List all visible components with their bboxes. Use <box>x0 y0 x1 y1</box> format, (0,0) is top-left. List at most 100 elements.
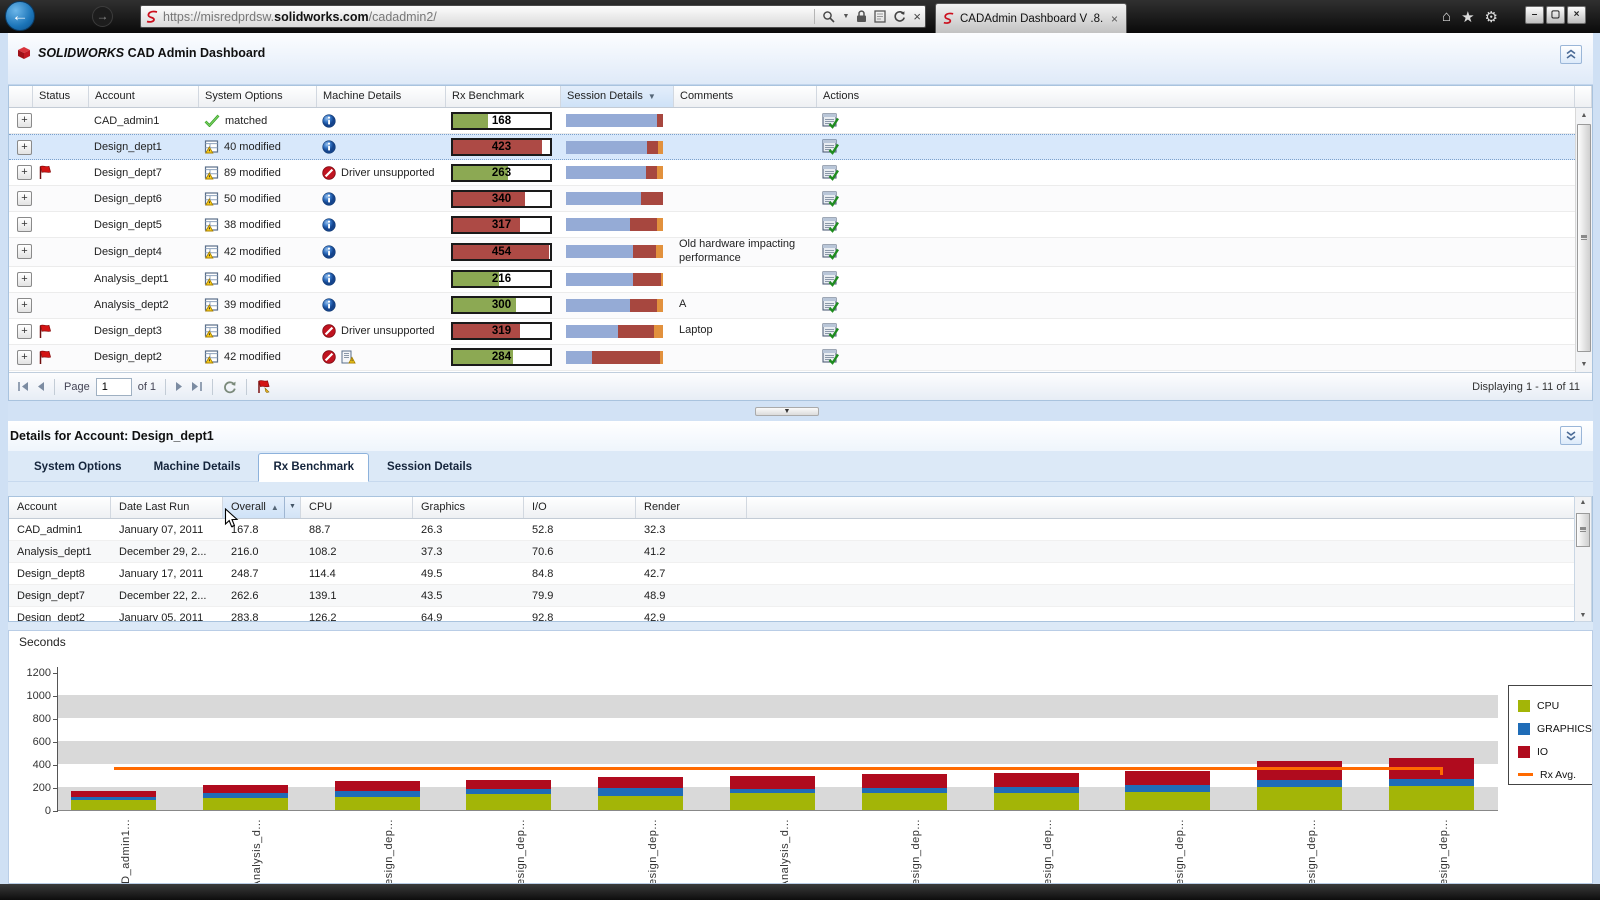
actions-report-icon[interactable] <box>822 191 1570 207</box>
table-row[interactable]: +Analysis_dept140 modified216 <box>9 267 1575 293</box>
info-icon[interactable] <box>322 272 336 286</box>
table-row[interactable]: +Design_dept538 modified317 <box>9 212 1575 238</box>
window-close-button[interactable]: × <box>1567 6 1586 24</box>
column-header-comments[interactable]: Comments <box>674 86 817 107</box>
settings-gear-icon[interactable]: ⚙ <box>1485 8 1498 26</box>
scroll-up-icon[interactable]: ▲ <box>1575 499 1591 506</box>
next-page-button[interactable] <box>175 381 184 392</box>
column-header-cpu[interactable]: CPU <box>301 497 413 518</box>
driver-blocked-icon[interactable] <box>322 166 336 180</box>
column-header-i-o[interactable]: I/O <box>524 497 636 518</box>
column-header-session-details[interactable]: Session Details▼ <box>561 86 674 107</box>
window-minimize-button[interactable]: – <box>1525 6 1544 24</box>
main-table-scrollbar[interactable]: ▲ ▼ <box>1575 108 1592 372</box>
browser-tab[interactable]: CADAdmin Dashboard V .8.... × <box>935 3 1127 33</box>
table-row[interactable]: Design_dept7December 22, 2...262.6139.14… <box>9 585 1592 607</box>
scroll-up-icon[interactable]: ▲ <box>1576 108 1592 123</box>
chart-bar[interactable] <box>1389 758 1474 810</box>
table-row[interactable]: Design_dept2January 05, 2011283.8126.264… <box>9 607 1592 622</box>
favorites-star-icon[interactable]: ★ <box>1461 8 1474 26</box>
expand-row-button[interactable]: + <box>17 113 32 128</box>
chart-bar[interactable] <box>1125 771 1210 810</box>
driver-blocked-icon[interactable] <box>322 350 336 364</box>
chart-bar[interactable] <box>862 774 947 810</box>
column-header-actions[interactable]: Actions <box>817 86 1575 107</box>
column-header-account[interactable]: Account <box>89 86 199 107</box>
info-icon[interactable] <box>322 114 336 128</box>
actions-report-icon[interactable] <box>822 139 1570 155</box>
tab-session-details[interactable]: Session Details <box>373 454 486 481</box>
tab-machine-details[interactable]: Machine Details <box>140 454 255 481</box>
table-row[interactable]: +Design_dept140 modified423 <box>9 134 1575 160</box>
chart-bar[interactable] <box>203 785 288 810</box>
back-button[interactable]: ← <box>5 1 35 31</box>
forward-button[interactable]: → <box>92 6 113 27</box>
scroll-down-icon[interactable]: ▼ <box>1575 612 1591 619</box>
tab-system-options[interactable]: System Options <box>20 454 136 481</box>
expand-row-button[interactable]: + <box>17 244 32 259</box>
last-page-button[interactable] <box>190 381 203 392</box>
column-header-rx-benchmark[interactable]: Rx Benchmark <box>446 86 561 107</box>
table-row[interactable]: +Design_dept442 modified454Old hardware … <box>9 238 1575 267</box>
info-icon[interactable] <box>322 298 336 312</box>
refresh-grid-icon[interactable] <box>222 380 237 394</box>
page-number-input[interactable] <box>96 378 132 396</box>
chart-bar[interactable] <box>71 791 156 810</box>
table-row[interactable]: +Design_dept650 modified340 <box>9 186 1575 212</box>
actions-report-icon[interactable] <box>822 271 1570 287</box>
chart-bar[interactable] <box>994 773 1079 810</box>
details-scrollbar[interactable]: ▲ ▼ <box>1574 496 1592 622</box>
column-header-status[interactable]: Status <box>33 86 89 107</box>
table-row[interactable]: CAD_admin1January 07, 2011167.888.726.35… <box>9 519 1592 541</box>
expand-row-button[interactable]: + <box>17 217 32 232</box>
table-row[interactable]: +CAD_admin1matched168 <box>9 108 1575 134</box>
column-header-date-last-run[interactable]: Date Last Run <box>111 497 223 518</box>
info-icon[interactable] <box>322 245 336 259</box>
flag-filter-icon[interactable] <box>256 379 271 394</box>
search-dropdown-icon[interactable]: ▼ <box>842 13 849 20</box>
chart-bar[interactable] <box>730 776 815 810</box>
info-icon[interactable] <box>322 218 336 232</box>
table-row[interactable]: Analysis_dept1December 29, 2...216.0108.… <box>9 541 1592 563</box>
refresh-icon[interactable] <box>893 10 906 23</box>
actions-report-icon[interactable] <box>822 297 1570 313</box>
expand-row-button[interactable]: + <box>17 272 32 287</box>
column-header-render[interactable]: Render <box>636 497 747 518</box>
search-icon[interactable] <box>822 10 835 23</box>
driver-blocked-icon[interactable] <box>322 324 336 338</box>
chart-bar[interactable] <box>466 780 551 810</box>
chart-bar[interactable] <box>598 777 683 810</box>
expand-row-button[interactable]: + <box>17 350 32 365</box>
table-row[interactable]: +Design_dept789 modifiedDriver unsupport… <box>9 160 1575 186</box>
splitter-handle[interactable]: ▼ <box>755 407 819 416</box>
collapse-details-button[interactable] <box>1560 426 1582 445</box>
home-icon[interactable]: ⌂ <box>1442 8 1451 26</box>
table-row[interactable]: +Design_dept242 modified284 <box>9 345 1575 371</box>
actions-report-icon[interactable] <box>822 165 1570 181</box>
actions-report-icon[interactable] <box>822 113 1570 129</box>
prev-page-button[interactable] <box>36 381 45 392</box>
panel-splitter[interactable]: ▼ <box>0 401 1600 421</box>
column-header-graphics[interactable]: Graphics <box>413 497 524 518</box>
expand-row-button[interactable]: + <box>17 298 32 313</box>
column-header-expand[interactable] <box>9 86 33 107</box>
scroll-down-icon[interactable]: ▼ <box>1576 357 1592 372</box>
table-row[interactable]: +Analysis_dept239 modified300A <box>9 293 1575 319</box>
tab-rx-benchmark[interactable]: Rx Benchmark <box>258 453 369 482</box>
actions-report-icon[interactable] <box>822 244 1570 260</box>
actions-report-icon[interactable] <box>822 349 1570 365</box>
column-header-system-options[interactable]: System Options <box>199 86 317 107</box>
info-icon[interactable] <box>322 140 336 154</box>
expand-row-button[interactable]: + <box>17 324 32 339</box>
expand-row-button[interactable]: + <box>17 191 32 206</box>
list-warning-icon[interactable] <box>341 350 356 364</box>
stop-icon[interactable]: × <box>913 9 921 24</box>
expand-row-button[interactable]: + <box>17 165 32 180</box>
actions-report-icon[interactable] <box>822 217 1570 233</box>
header-menu-icon[interactable]: ▼ <box>284 497 300 518</box>
window-restore-button[interactable]: ▢ <box>1546 6 1565 24</box>
info-icon[interactable] <box>322 192 336 206</box>
column-header-account[interactable]: Account <box>9 497 111 518</box>
table-row[interactable]: +Design_dept338 modifiedDriver unsupport… <box>9 319 1575 345</box>
collapse-panel-button[interactable] <box>1560 45 1582 64</box>
